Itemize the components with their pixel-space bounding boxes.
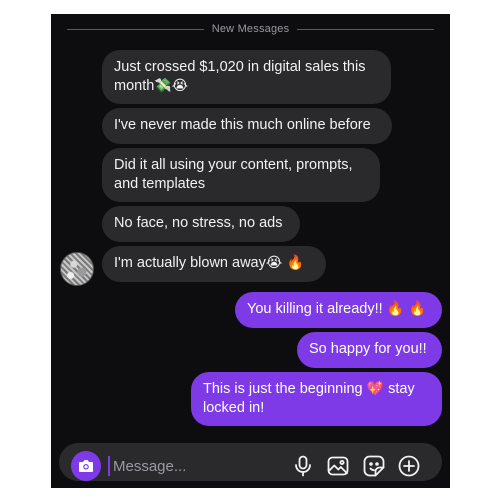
message-text: You killing it already!! [247, 301, 383, 317]
message-text: Just crossed $1,020 in digital sales thi… [114, 59, 366, 94]
add-icon[interactable] [397, 454, 421, 478]
incoming-message[interactable]: No face, no stress, no ads [102, 206, 300, 242]
text-caret [108, 456, 110, 476]
message-text: Did it all using your content, prompts, … [114, 157, 353, 192]
incoming-message[interactable]: Did it all using your content, prompts, … [102, 148, 380, 202]
microphone-icon[interactable] [291, 454, 315, 478]
message-composer [51, 439, 450, 488]
message-text: No face, no stress, no ads [114, 215, 283, 231]
sender-avatar[interactable] [60, 252, 94, 286]
divider-line [297, 28, 435, 30]
message-emoji: 💸😭 [154, 78, 189, 94]
message-input[interactable] [111, 454, 265, 478]
message-emoji: 💖 [366, 381, 385, 397]
chat-thread: New Messages Just crossed $1,020 in digi… [51, 14, 450, 488]
incoming-message[interactable]: I'm actually blown away😭 🔥 [102, 246, 326, 282]
sticker-icon[interactable] [362, 454, 386, 478]
message-emoji: 🔥 🔥 [386, 301, 427, 317]
camera-button[interactable] [71, 451, 101, 481]
message-emoji: 😭 🔥 [265, 255, 305, 271]
composer-field [59, 443, 442, 481]
gallery-icon[interactable] [326, 454, 350, 478]
divider-label: New Messages [211, 23, 290, 35]
message-text: So happy for you!! [309, 341, 427, 357]
camera-icon [79, 460, 93, 472]
incoming-message[interactable]: I've never made this much online before [102, 108, 392, 144]
outgoing-message[interactable]: So happy for you!! [297, 332, 442, 368]
divider-line [67, 28, 204, 30]
message-text: I'm actually blown away [114, 255, 266, 271]
message-text: This is just the beginning [203, 381, 363, 397]
outgoing-message[interactable]: This is just the beginning 💖 stay locked… [191, 372, 442, 426]
outgoing-message[interactable]: You killing it already!! 🔥 🔥 [235, 292, 442, 328]
message-text: I've never made this much online before [114, 117, 371, 133]
incoming-message[interactable]: Just crossed $1,020 in digital sales thi… [102, 50, 391, 104]
new-messages-divider: New Messages [67, 22, 435, 36]
